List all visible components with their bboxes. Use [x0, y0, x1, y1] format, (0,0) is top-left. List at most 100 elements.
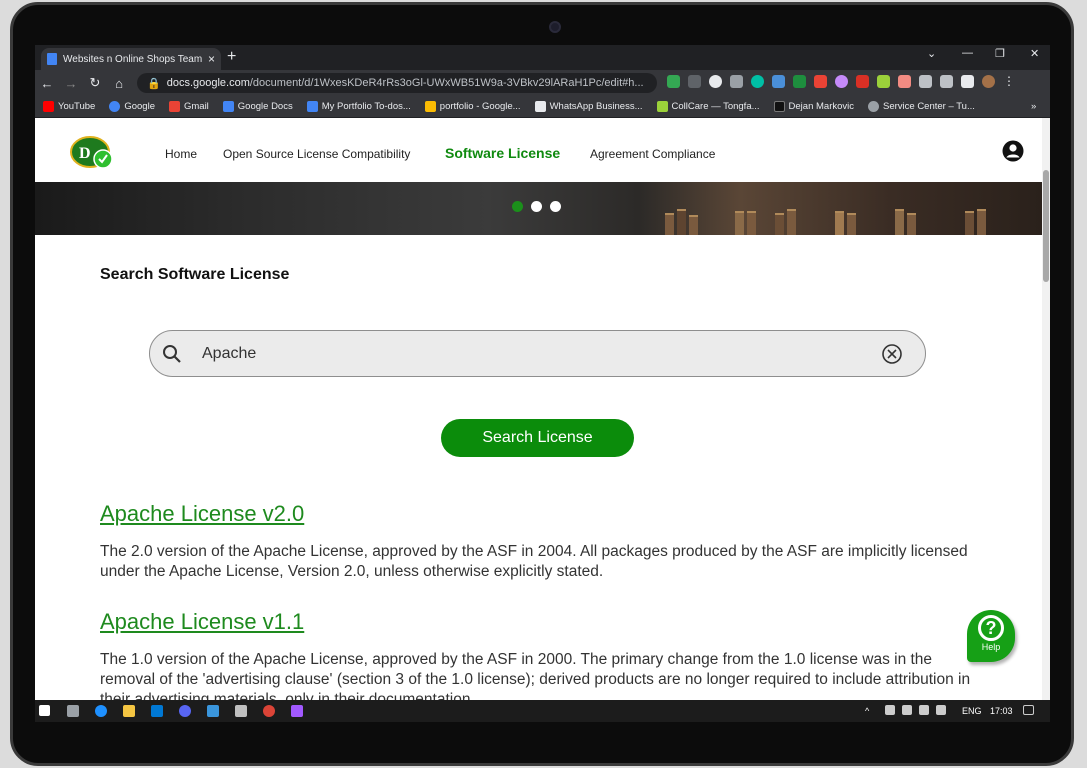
pen-icon[interactable] [936, 705, 946, 715]
extension-icon[interactable] [814, 75, 827, 88]
tab-search-icon[interactable]: ⌄ [927, 47, 936, 60]
tab-title: Websites n Online Shops Team - [63, 53, 202, 65]
carousel-dot[interactable] [512, 201, 523, 212]
extension-icon[interactable] [709, 75, 722, 88]
beta-extension-icon[interactable] [793, 75, 806, 88]
address-bar[interactable]: 🔒 docs.google.com/document/d/1WxesKDeR4r… [137, 73, 657, 93]
nav-software-license[interactable]: Software License [445, 145, 560, 161]
windows-start-icon[interactable] [39, 705, 50, 716]
clear-search-icon[interactable] [881, 343, 903, 365]
camera-extension-icon[interactable] [730, 75, 743, 88]
chevron-up-icon[interactable]: ^ [865, 706, 869, 716]
scrollbar-thumb[interactable] [1043, 170, 1049, 282]
lock-icon: 🔒 [147, 77, 161, 90]
home-icon[interactable]: ⌂ [107, 76, 131, 91]
mail-icon[interactable] [151, 705, 163, 717]
shield-extension-icon[interactable] [667, 75, 680, 88]
whatsapp-icon [534, 101, 546, 112]
volume-icon[interactable] [919, 705, 929, 715]
hero-bookshelf [835, 211, 844, 235]
camera [549, 21, 561, 33]
hero-bookshelf [689, 215, 698, 235]
bookmark[interactable]: Service Center – Tu... [868, 101, 975, 112]
extension-icon[interactable] [772, 75, 785, 88]
search-icon[interactable] [162, 344, 182, 364]
page-scrollbar[interactable] [1042, 118, 1050, 700]
app-icon[interactable] [207, 705, 219, 717]
nav-home[interactable]: Home [165, 147, 197, 161]
extension-icon[interactable] [856, 75, 869, 88]
battery-icon[interactable] [902, 705, 912, 715]
edge-icon[interactable] [95, 705, 107, 717]
bookmark[interactable]: Dejan Markovic [773, 101, 854, 112]
bookmark[interactable]: CollCare — Tongfa... [656, 101, 760, 112]
close-window-button[interactable]: ✕ [1030, 47, 1039, 60]
help-label: Help [981, 642, 1001, 652]
bookmark[interactable]: Gmail [168, 101, 209, 112]
download-icon[interactable] [940, 75, 953, 88]
hero-bookshelf [895, 209, 904, 235]
back-arrow-icon[interactable]: ← [35, 76, 59, 91]
hero-bookshelf [735, 211, 744, 235]
wifi-icon[interactable] [885, 705, 895, 715]
forward-arrow-icon[interactable]: → [59, 76, 83, 91]
result-description: The 2.0 version of the Apache License, a… [100, 543, 968, 580]
license-search-input[interactable]: Apache [149, 330, 926, 377]
menu-kebab-icon[interactable]: ⋮ [1003, 75, 1016, 88]
new-tab-button[interactable]: + [227, 48, 236, 66]
bookmark[interactable]: Google Docs [222, 101, 293, 112]
help-button[interactable]: ? Help [967, 610, 1015, 662]
google-icon [109, 101, 121, 112]
bookmark[interactable]: WhatsApp Business... [534, 101, 643, 112]
clock[interactable]: 17:03 [990, 706, 1013, 716]
extension-icon[interactable] [898, 75, 911, 88]
bookmark[interactable]: Google [109, 101, 155, 112]
profile-avatar[interactable] [982, 75, 995, 88]
carousel-dot[interactable] [550, 201, 561, 212]
maximize-button[interactable]: ❐ [995, 47, 1005, 60]
extension-icon[interactable] [835, 75, 848, 88]
bookmark[interactable]: portfolio - Google... [424, 101, 521, 112]
minimize-button[interactable]: — [962, 47, 973, 59]
puzzle-icon[interactable] [919, 75, 932, 88]
bookmark[interactable]: YouTube [43, 101, 95, 112]
search-license-button[interactable]: Search License [441, 419, 634, 457]
search-section-title: Search Software License [100, 266, 290, 283]
result-title-link[interactable]: Apache License v1.1 [100, 609, 304, 635]
side-panel-icon[interactable] [961, 75, 974, 88]
browser-tab[interactable]: Websites n Online Shops Team - × [41, 48, 221, 70]
task-view-icon[interactable] [67, 705, 79, 717]
result-title-link[interactable]: Apache License v2.0 [100, 501, 304, 527]
extension-icon[interactable] [688, 75, 701, 88]
file-explorer-icon[interactable] [123, 705, 135, 717]
bookmark[interactable]: My Portfolio To-dos... [306, 101, 411, 112]
web-page: D Home Open Source License Compatibility… [35, 122, 1042, 700]
tab-strip: Websites n Online Shops Team - × + ⌄ — ❐… [35, 45, 1050, 70]
search-input-value[interactable]: Apache [202, 345, 256, 363]
language-indicator[interactable]: ENG [962, 706, 982, 716]
chrome-icon[interactable] [263, 705, 275, 717]
screen: Websites n Online Shops Team - × + ⌄ — ❐… [35, 45, 1050, 722]
hero-bookshelf [907, 213, 916, 235]
collcare-icon [656, 101, 668, 112]
carousel-dot[interactable] [531, 201, 542, 212]
nav-agreement-compliance[interactable]: Agreement Compliance [590, 147, 715, 161]
extension-icon[interactable] [751, 75, 764, 88]
user-account-icon[interactable] [1002, 140, 1024, 162]
docs-icon [222, 101, 234, 112]
gmail-icon [168, 101, 180, 112]
site-logo[interactable]: D [69, 134, 115, 170]
d-logo-icon [773, 101, 785, 112]
hero-bookshelf [977, 209, 986, 235]
tab-close-button[interactable]: × [208, 52, 215, 66]
result-description: The 1.0 version of the Apache License, a… [100, 651, 971, 700]
reload-icon[interactable]: ↻ [83, 75, 107, 91]
discord-icon[interactable] [179, 705, 191, 717]
extension-icon[interactable] [877, 75, 890, 88]
hero-bookshelf [747, 211, 756, 235]
figma-icon[interactable] [291, 705, 303, 717]
app-icon[interactable] [235, 705, 247, 717]
bookmarks-more-button[interactable]: » [1031, 101, 1036, 112]
nav-open-source-compatibility[interactable]: Open Source License Compatibility [223, 147, 410, 161]
notification-icon[interactable] [1023, 705, 1034, 715]
